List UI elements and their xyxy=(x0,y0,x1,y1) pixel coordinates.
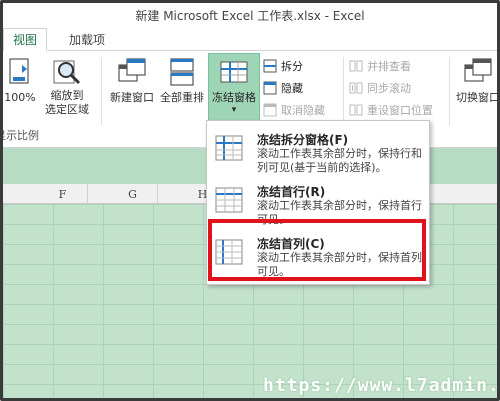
menu-item-title: 冻结首行(R) xyxy=(257,185,326,199)
hide-button[interactable]: 隐藏 xyxy=(263,79,303,97)
freeze-panes-button[interactable]: 冻结窗格 ▾ xyxy=(208,53,260,123)
menu-item-freeze-panes[interactable]: 冻结拆分窗格(F) 滚动工作表其余部分时，保持行和列可见(基于当前的选择)。 xyxy=(207,125,429,175)
unhide-icon xyxy=(263,103,277,117)
hide-label: 隐藏 xyxy=(281,82,303,95)
menu-item-title: 冻结拆分窗格(F) xyxy=(257,133,349,147)
view-side-by-side-label: 并排查看 xyxy=(367,60,411,73)
new-window-icon xyxy=(118,58,146,82)
zoom-to-selection-button[interactable]: 缩放到 选定区域 xyxy=(43,55,91,127)
reset-window-position-label: 重设窗口位置 xyxy=(367,104,433,117)
menu-item-description: 滚动工作表其余部分时，保持行和列可见(基于当前的选择)。 xyxy=(257,147,422,174)
reset-window-position-button[interactable]: 重设窗口位置 xyxy=(349,101,433,119)
zoom-100-icon xyxy=(9,58,29,84)
chevron-down-icon: ▾ xyxy=(231,105,237,115)
magnifier-icon xyxy=(53,60,81,85)
freeze-panes-icon xyxy=(215,135,243,161)
zoom-100-button[interactable]: 100% xyxy=(1,55,39,127)
tab-view[interactable]: 视图 xyxy=(3,28,47,51)
freeze-top-row-icon xyxy=(215,187,243,213)
ribbon-separator xyxy=(101,57,102,125)
watermark: https://www.l7admin.cc xyxy=(263,375,500,396)
switch-windows-button[interactable]: 切换窗口 xyxy=(453,55,500,115)
ribbon-tab-row: 视图 加载项 xyxy=(3,27,497,51)
synchronous-scrolling-button[interactable]: 同步滚动 xyxy=(349,79,411,97)
split-icon xyxy=(263,59,277,73)
sync-scroll-icon xyxy=(349,82,363,94)
new-window-label: 新建窗口 xyxy=(110,91,154,104)
arrange-all-button[interactable]: 全部重排 xyxy=(157,55,207,115)
split-label: 拆分 xyxy=(281,60,303,73)
group-label-zoom: 显示比例 xyxy=(0,129,39,142)
freeze-panes-icon xyxy=(220,61,248,83)
column-header-g[interactable]: G xyxy=(108,184,158,204)
highlight-box xyxy=(208,219,426,281)
new-window-button[interactable]: 新建窗口 xyxy=(107,55,157,115)
window-title: 新建 Microsoft Excel 工作表.xlsx - Excel xyxy=(135,8,365,23)
switch-windows-icon xyxy=(464,58,492,82)
synchronous-scrolling-label: 同步滚动 xyxy=(367,82,411,95)
arrange-all-icon xyxy=(170,58,194,86)
zoom-to-selection-label-1: 缩放到 xyxy=(50,89,84,102)
unhide-label: 取消隐藏 xyxy=(281,104,325,117)
switch-windows-label: 切换窗口 xyxy=(456,91,500,104)
zoom-100-label: 100% xyxy=(4,91,36,104)
ribbon-separator xyxy=(449,57,450,125)
arrange-all-label: 全部重排 xyxy=(160,91,204,104)
zoom-to-selection-label-2: 选定区域 xyxy=(45,103,89,116)
ribbon-separator xyxy=(343,57,344,125)
side-by-side-icon xyxy=(349,60,363,72)
title-bar: 新建 Microsoft Excel 工作表.xlsx - Excel xyxy=(3,3,497,27)
hide-icon xyxy=(263,81,277,95)
reset-position-icon xyxy=(349,104,363,116)
tab-addins[interactable]: 加载项 xyxy=(57,28,117,51)
freeze-panes-label: 冻结窗格 xyxy=(212,91,256,104)
unhide-button[interactable]: 取消隐藏 xyxy=(263,101,325,119)
view-side-by-side-button[interactable]: 并排查看 xyxy=(349,57,411,75)
split-button[interactable]: 拆分 xyxy=(263,57,303,75)
column-header-f[interactable]: F xyxy=(38,184,88,204)
